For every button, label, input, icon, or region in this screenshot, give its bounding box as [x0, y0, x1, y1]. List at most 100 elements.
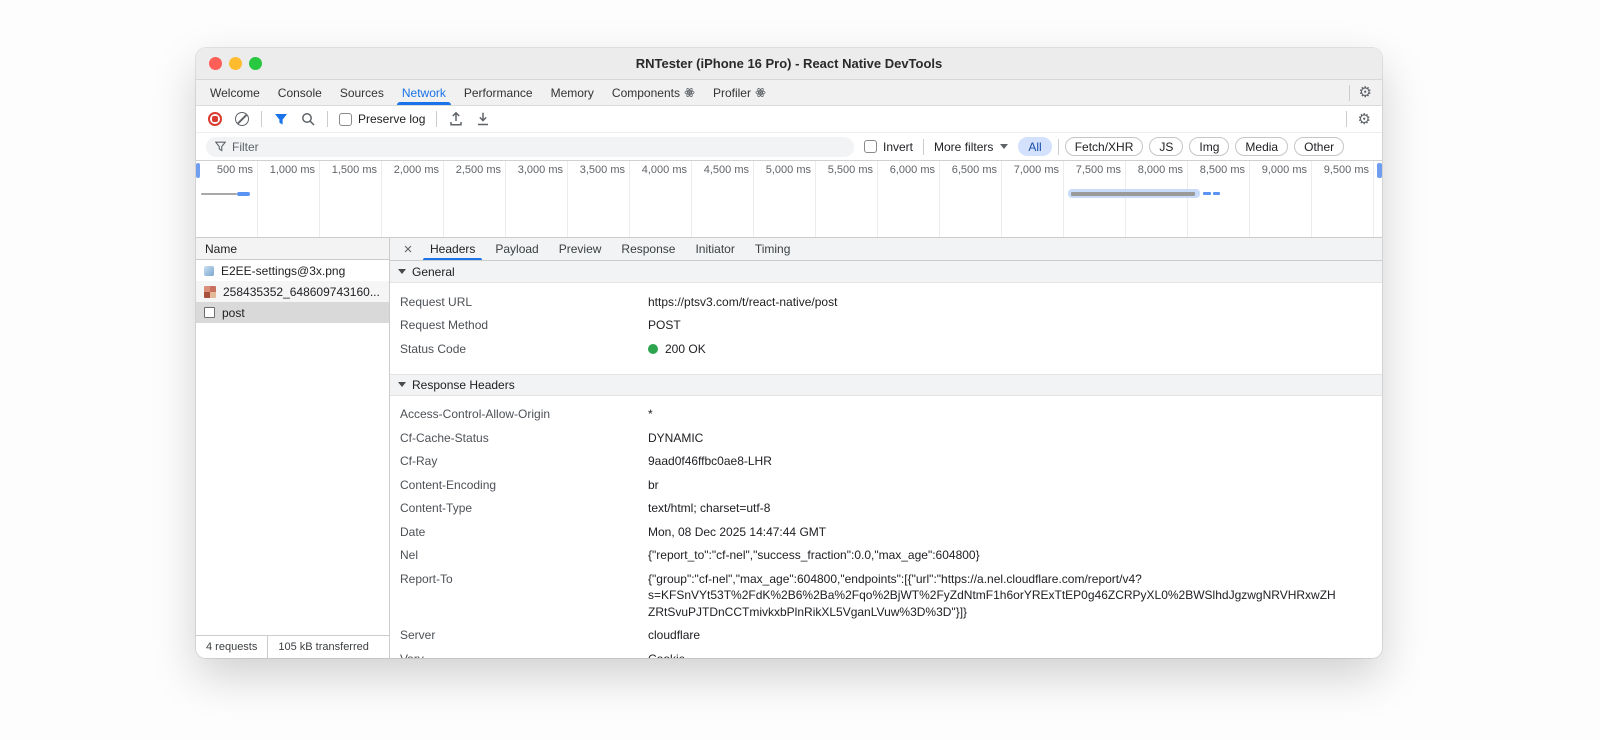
network-overview-timeline[interactable]: 500 ms 1,000 ms 1,500 ms 2,000 ms 2,500 …	[196, 160, 1382, 238]
timeline-tick: 9,500 ms	[1312, 161, 1374, 237]
preserve-log-checkbox[interactable]	[339, 112, 352, 126]
tab-sources[interactable]: Sources	[331, 80, 393, 105]
header-name: Request URL	[400, 294, 473, 309]
upload-icon	[450, 111, 463, 126]
invert-checkbox[interactable]	[864, 140, 877, 153]
detail-tab-preview[interactable]: Preview	[549, 238, 612, 260]
general-section-header[interactable]: General	[390, 261, 1382, 283]
timeline-tick: 1,000 ms	[258, 161, 320, 237]
detail-tab-bar: × Headers Payload Preview Response Initi…	[390, 238, 1382, 261]
header-value: cloudflare	[648, 628, 701, 642]
more-filters-button[interactable]: More filters	[934, 140, 1009, 154]
network-settings-gear-icon[interactable]: ⚙	[1358, 111, 1371, 127]
network-status-bar: 4 requests 105 kB transferred	[196, 635, 389, 658]
header-value: Mon, 08 Dec 2025 14:47:44 GMT	[648, 524, 827, 539]
tab-components[interactable]: Components	[603, 80, 704, 105]
chevron-down-icon	[1000, 144, 1009, 149]
detail-tab-payload[interactable]: Payload	[485, 238, 548, 260]
chip-js[interactable]: JS	[1149, 137, 1184, 156]
timeline-left-handle[interactable]	[196, 163, 200, 178]
chip-all[interactable]: All	[1018, 137, 1052, 156]
header-row: Content-Type text/html; charset=utf-8	[390, 497, 1382, 521]
request-type-chips: All Fetch/XHR JS Img Media Other	[1018, 137, 1345, 156]
close-detail-icon[interactable]: ×	[396, 238, 420, 260]
timeline-tick: 8,500 ms	[1188, 161, 1250, 237]
preserve-log-toggle[interactable]: Preserve log	[339, 112, 425, 126]
requests-count: 4 requests	[206, 641, 258, 653]
image-thumbnail-icon	[204, 285, 216, 298]
invert-filter-toggle[interactable]: Invert	[864, 140, 913, 154]
timeline-tick: 7,000 ms	[1002, 161, 1064, 237]
detail-tab-response[interactable]: Response	[611, 238, 685, 260]
react-atom-icon	[755, 87, 766, 98]
timeline-tick: 4,500 ms	[692, 161, 754, 237]
settings-gear-icon[interactable]: ⚙	[1359, 85, 1372, 100]
export-har-button[interactable]	[448, 111, 464, 127]
header-name: Request Method	[400, 318, 489, 332]
chip-other[interactable]: Other	[1294, 137, 1345, 156]
divider	[923, 138, 925, 155]
header-row: Request Method POST	[390, 314, 1382, 338]
detail-tab-initiator[interactable]: Initiator	[685, 238, 744, 260]
waterfall-bar	[1213, 192, 1220, 195]
waterfall-bar	[201, 193, 237, 195]
window-title: RNTester (iPhone 16 Pro) - React Native …	[635, 56, 943, 71]
request-row-selected[interactable]: post	[196, 302, 389, 323]
tab-performance[interactable]: Performance	[455, 80, 542, 105]
record-network-log-button[interactable]	[207, 111, 223, 127]
waterfall-bar	[1071, 192, 1195, 196]
requests-panel: Name E2EE-settings@3x.png 258435352_6486…	[196, 238, 390, 658]
header-name: Cf-Ray	[400, 454, 438, 468]
download-icon	[478, 112, 489, 126]
preserve-log-label: Preserve log	[358, 112, 426, 126]
filter-toggle-button[interactable]	[273, 111, 289, 127]
divider	[1345, 111, 1347, 127]
requests-name-column-header[interactable]: Name	[196, 238, 389, 260]
detail-tab-headers[interactable]: Headers	[420, 238, 485, 260]
chip-fetch-xhr[interactable]: Fetch/XHR	[1064, 137, 1144, 156]
header-value: {"report_to":"cf-nel","success_fraction"…	[648, 548, 980, 562]
timeline-tick: 6,500 ms	[940, 161, 1002, 237]
header-row: Date Mon, 08 Dec 2025 14:47:44 GMT	[390, 520, 1382, 544]
header-value: 200 OK	[648, 341, 1370, 358]
tab-profiler[interactable]: Profiler	[704, 80, 775, 105]
header-name: Date	[400, 524, 426, 539]
close-window-button[interactable]	[209, 57, 222, 70]
search-button[interactable]	[300, 111, 316, 127]
tab-console[interactable]: Console	[269, 80, 331, 105]
tab-memory[interactable]: Memory	[542, 80, 603, 105]
request-row[interactable]: E2EE-settings@3x.png	[196, 260, 389, 281]
filter-bar: Invert More filters All Fetch/XHR JS Img…	[196, 133, 1382, 160]
filter-input[interactable]	[232, 139, 845, 154]
detail-tab-timing[interactable]: Timing	[745, 238, 801, 260]
zoom-window-button[interactable]	[249, 57, 262, 70]
headers-content: General Request URL https://ptsv3.com/t/…	[390, 261, 1382, 658]
header-value: DYNAMIC	[648, 430, 704, 445]
timeline-right-handle[interactable]	[1377, 163, 1382, 178]
divider	[1348, 84, 1350, 101]
timeline-tick: 500 ms	[196, 161, 258, 237]
header-row: Nel {"report_to":"cf-nel","success_fract…	[390, 544, 1382, 568]
timeline-ruler: 500 ms 1,000 ms 1,500 ms 2,000 ms 2,500 …	[196, 161, 1382, 237]
header-value: https://ptsv3.com/t/react-native/post	[648, 294, 838, 309]
clear-network-log-button[interactable]	[234, 111, 250, 127]
tab-network[interactable]: Network	[393, 80, 455, 105]
chip-media[interactable]: Media	[1235, 137, 1289, 156]
timeline-tick: 3,000 ms	[506, 161, 568, 237]
response-headers-section-header[interactable]: Response Headers	[390, 373, 1382, 396]
header-value: *	[648, 407, 653, 421]
import-har-button[interactable]	[475, 111, 491, 127]
react-atom-icon	[684, 87, 695, 98]
response-headers-rows: Access-Control-Allow-Origin * Cf-Cache-S…	[390, 396, 1382, 658]
header-value: 9aad0f46ffbc0ae8-LHR	[648, 454, 772, 468]
traffic-lights	[209, 48, 262, 79]
record-icon	[208, 112, 222, 126]
document-icon	[204, 307, 215, 318]
minimize-window-button[interactable]	[229, 57, 242, 70]
tab-welcome[interactable]: Welcome	[201, 80, 269, 105]
header-name: Report-To	[400, 571, 453, 586]
header-name: Content-Encoding	[400, 477, 497, 492]
chip-img[interactable]: Img	[1189, 137, 1230, 156]
request-row[interactable]: 258435352_648609743160...	[196, 281, 389, 302]
request-name: E2EE-settings@3x.png	[221, 263, 346, 278]
